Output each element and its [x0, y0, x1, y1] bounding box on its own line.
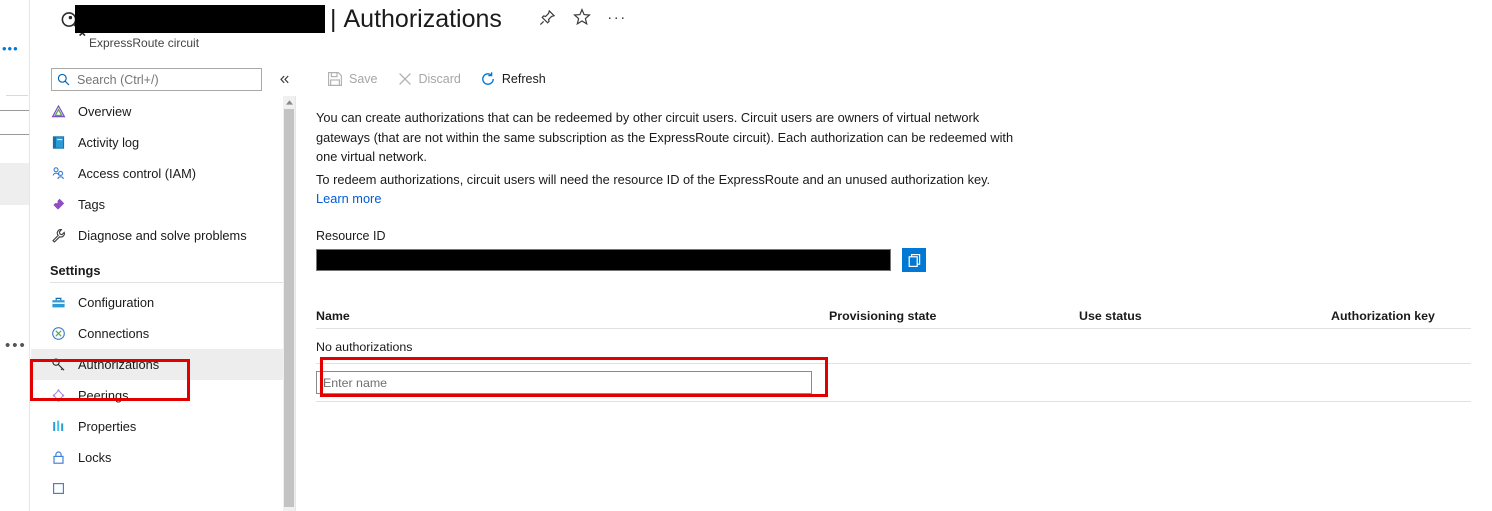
- command-bar: Save Discard Refresh: [316, 62, 1492, 96]
- sidebar-item-label: Tags: [78, 197, 106, 212]
- column-header-authorization-key: Authorization key: [1331, 309, 1435, 323]
- sidebar-item-partially-visible[interactable]: [31, 473, 293, 504]
- sidebar-item-authorizations[interactable]: Authorizations: [31, 349, 293, 380]
- column-header-use-status: Use status: [1079, 309, 1142, 323]
- sidebar-item-tags[interactable]: Tags: [31, 189, 293, 220]
- sidebar-item-label: Peerings: [78, 388, 129, 403]
- sidebar-item-label: Properties: [78, 419, 137, 434]
- resource-id-value-redacted[interactable]: [316, 249, 891, 271]
- double-chevron-left-icon: [279, 75, 289, 83]
- properties-bars-icon: [50, 418, 67, 435]
- sidebar-scrollbar[interactable]: [283, 96, 295, 511]
- blade-header: | Authorizations ··· ExpressRoute circui…: [31, 0, 1492, 62]
- authorizations-table: Name Provisioning state Use status Autho…: [316, 299, 1471, 402]
- page-title: Authorizations: [343, 4, 502, 33]
- sidebar-item-peerings[interactable]: Peerings: [31, 380, 293, 411]
- partial-item-icon: [50, 480, 67, 497]
- search-input[interactable]: [75, 71, 256, 88]
- peerings-node-icon: [50, 387, 67, 404]
- sidebar-item-overview[interactable]: Overview: [31, 96, 293, 127]
- column-header-name: Name: [316, 309, 350, 323]
- activity-log-book-icon: [50, 134, 67, 151]
- sidebar-item-locks[interactable]: Locks: [31, 442, 293, 473]
- blade-title-row: | Authorizations: [75, 2, 502, 36]
- sidebar-item-label: Diagnose and solve problems: [78, 228, 247, 243]
- table-row-divider: [316, 401, 1471, 402]
- save-disk-icon: [328, 72, 342, 86]
- sidebar-item-label: Connections: [78, 326, 150, 341]
- sidebar-item-activity-log[interactable]: Activity log: [31, 127, 293, 158]
- lock-icon: [50, 449, 67, 466]
- sidebar-item-properties[interactable]: Properties: [31, 411, 293, 442]
- save-label: Save: [349, 72, 378, 86]
- header-action-icons: ···: [536, 6, 628, 28]
- background-divider: [0, 134, 29, 135]
- redeem-paragraph: To redeem authorizations, circuit users …: [316, 172, 991, 187]
- sidebar-item-label: Overview: [78, 104, 132, 119]
- resource-type-subtitle: ExpressRoute circuit: [89, 36, 200, 50]
- pin-icon[interactable]: [536, 6, 558, 28]
- search-box[interactable]: [51, 68, 262, 91]
- overview-triangle-icon: [50, 103, 67, 120]
- sidebar-item-label: Configuration: [78, 295, 155, 310]
- refresh-circle-icon: [482, 72, 494, 85]
- background-selected-row[interactable]: •••: [0, 163, 29, 353]
- sidebar-item-label: Activity log: [78, 135, 140, 150]
- sidebar-group-divider: [50, 282, 283, 283]
- scroll-up-button[interactable]: [283, 96, 295, 108]
- resource-menu-sidebar: Overview Activity log Access control (IA…: [31, 96, 293, 511]
- authorizations-content: You can create authorizations that can b…: [296, 96, 1492, 511]
- table-new-row: [316, 364, 1471, 401]
- resource-name-redacted: [75, 5, 325, 33]
- wrench-icon: [50, 227, 67, 244]
- azure-portal-screen: ••• ••• | Authorizations ··· ExpressRout…: [0, 0, 1492, 511]
- title-separator: |: [330, 4, 337, 33]
- background-divider: [0, 110, 29, 111]
- authorizations-blade: | Authorizations ··· ExpressRoute circui…: [31, 0, 1492, 511]
- intro-paragraph: You can create authorizations that can b…: [316, 110, 1014, 164]
- scrollbar-thumb[interactable]: [284, 109, 294, 507]
- key-icon: [50, 356, 67, 373]
- sidebar-item-connections[interactable]: Connections: [31, 318, 293, 349]
- copy-pages-icon: [908, 253, 920, 267]
- background-divider: [6, 95, 28, 96]
- redeem-paragraph-block: To redeem authorizations, circuit users …: [316, 170, 990, 208]
- background-overflow-menu-icon[interactable]: •••: [2, 42, 19, 55]
- sidebar-item-configuration[interactable]: Configuration: [31, 287, 293, 318]
- search-icon: [57, 73, 70, 86]
- refresh-label: Refresh: [501, 72, 546, 86]
- sidebar-group-settings: Settings: [50, 263, 101, 278]
- sidebar-item-label: Access control (IAM): [78, 166, 197, 181]
- discard-label: Discard: [418, 72, 461, 86]
- sidebar-item-label: Locks: [78, 450, 112, 465]
- favorite-star-icon[interactable]: [571, 6, 593, 28]
- access-control-people-icon: [50, 165, 67, 182]
- column-header-provisioning-state: Provisioning state: [829, 309, 937, 323]
- close-x-icon: [398, 73, 411, 85]
- configuration-toolbox-icon: [50, 294, 67, 311]
- background-row-overflow-menu-icon[interactable]: •••: [5, 338, 27, 353]
- chevron-up-icon: [285, 99, 293, 105]
- authorization-name-input[interactable]: [316, 371, 812, 394]
- more-menu-icon[interactable]: ···: [606, 6, 628, 28]
- save-button[interactable]: Save: [319, 67, 386, 91]
- sidebar-item-diagnose-and-solve-problems[interactable]: Diagnose and solve problems: [31, 220, 293, 251]
- tag-icon: [50, 196, 67, 213]
- resource-id-label: Resource ID: [316, 229, 386, 243]
- table-header-row: Name Provisioning state Use status Autho…: [316, 299, 1471, 323]
- connections-circle-icon: [50, 325, 67, 342]
- background-blade: ••• •••: [0, 0, 30, 511]
- collapse-sidebar-button[interactable]: [274, 68, 294, 90]
- learn-more-link[interactable]: Learn more: [316, 191, 381, 206]
- discard-button[interactable]: Discard: [389, 67, 469, 91]
- table-empty-message: No authorizations: [316, 340, 413, 354]
- new-row-name-cell: [316, 371, 829, 394]
- refresh-button[interactable]: Refresh: [472, 67, 554, 91]
- copy-resource-id-button[interactable]: [902, 248, 926, 272]
- sidebar-item-label: Authorizations: [78, 357, 160, 372]
- sidebar-item-access-control[interactable]: Access control (IAM): [31, 158, 293, 189]
